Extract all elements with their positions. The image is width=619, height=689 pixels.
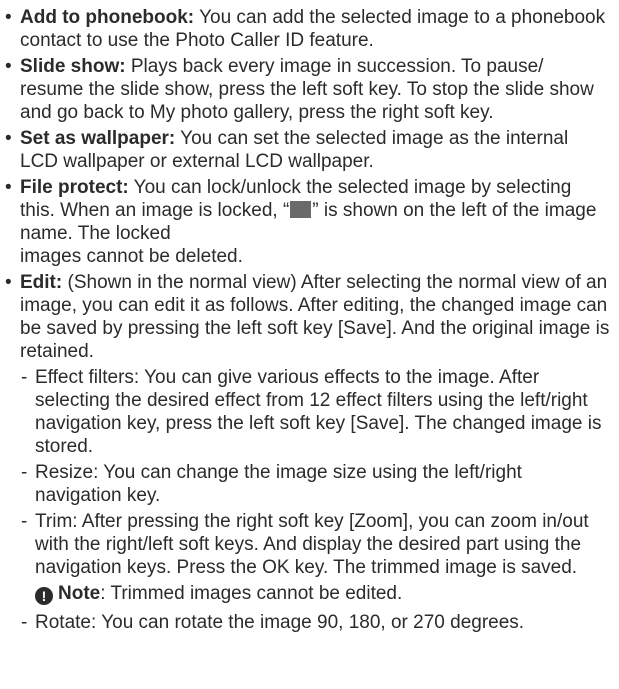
item-set-as-wallpaper: • Set as wallpaper: You can set the sele… [5,127,611,173]
item-slide-show: • Slide show: Plays back every image in … [5,55,611,124]
dash-marker: - [21,511,28,532]
item-edit: • Edit: (Shown in the normal view) After… [5,271,611,363]
item-title: Slide show: [20,56,126,77]
bullet-dot: • [5,272,12,293]
item-file-protect: • File protect: You can lock/unlock the … [5,176,611,268]
item-title: Edit: [20,272,63,293]
bullet-dot: • [5,56,12,77]
edit-option-text: Trim: After pressing the right soft key … [35,511,589,578]
item-add-to-phonebook: • Add to phonebook: You can add the sele… [5,6,611,52]
edit-option-text: Rotate: You can rotate the image 90, 180… [35,612,525,633]
dash-marker: - [21,462,28,483]
exclamation-icon: ! [35,587,53,605]
edit-option-rotate: - Rotate: You can rotate the image 90, 1… [5,611,611,634]
bullet-dot: • [5,177,12,198]
manual-page: • Add to phonebook: You can add the sele… [0,0,619,689]
item-title: Set as wallpaper: [20,128,176,149]
edit-option-text: Resize: You can change the image size us… [35,462,522,506]
edit-option-trim: - Trim: After pressing the right soft ke… [5,510,611,579]
dash-marker: - [21,612,28,633]
edit-option-text: Effect filters: You can give various eff… [35,367,602,457]
note-label: Note [58,583,101,604]
edit-option-resize: - Resize: You can change the image size … [5,461,611,507]
lock-icon [290,201,312,218]
item-text: (Shown in the normal view) After selecti… [20,272,610,362]
item-text: images cannot be deleted. [20,246,243,267]
item-title: File protect: [20,177,129,198]
bullet-dot: • [5,7,12,28]
note-text: : Trimmed images cannot be edited. [100,583,403,604]
edit-option-effect-filters: - Effect filters: You can give various e… [5,366,611,458]
item-title: Add to phonebook: [20,7,195,28]
bullet-dot: • [5,128,12,149]
dash-marker: - [21,367,28,388]
note: ! Note: Trimmed images cannot be edited. [5,582,611,605]
